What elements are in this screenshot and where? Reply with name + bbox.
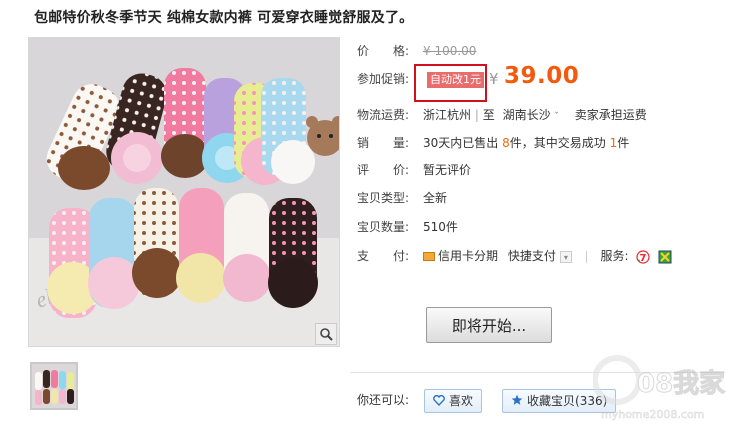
currency-symbol: ¥ (489, 70, 499, 88)
quantity-label: 宝贝数量: (357, 220, 410, 234)
sales-suffix: 件 (617, 136, 630, 150)
magnifier-icon (320, 328, 333, 341)
coming-soon-button[interactable]: 即将开始... (426, 307, 552, 343)
rating-value: 暂无评价 (423, 163, 472, 177)
type-value: 全新 (423, 191, 448, 205)
shipping-label: 物流运费: (357, 108, 410, 122)
sales-row: 销 量: 30天内已售出 8件，其中交易成功 1件 (357, 133, 629, 153)
sales-prefix: 30天内已售出 (423, 136, 499, 150)
payment-label: 支 付: (357, 249, 410, 263)
ship-to-prefix: 至 (482, 108, 495, 122)
watermark-url: myhome2008.com (601, 408, 704, 421)
favorite-label: 收藏宝贝 (527, 394, 576, 408)
sales-count: 8 (502, 136, 510, 150)
price-row: 价 格: ¥ 100.00 (357, 41, 476, 61)
you-can-label: 你还可以: (357, 393, 410, 407)
divider (585, 250, 587, 263)
product-photo: elles ma nuna (29, 38, 339, 346)
promo-price: 39.00 (504, 63, 580, 89)
product-title: 包邮特价秋冬季节天 纯棉女款内裤 可爱穿衣睡觉舒服及了。 (34, 10, 414, 26)
payment-dropdown-button[interactable]: ▾ (559, 250, 572, 263)
price-label: 价 格: (357, 44, 410, 58)
shipping-fee: 卖家承担运费 (574, 108, 647, 122)
type-row: 宝贝类型: 全新 (357, 188, 447, 208)
chevron-down-icon: ˇ (554, 112, 559, 122)
service-label: 服务: (600, 249, 629, 263)
zoom-button[interactable] (315, 323, 337, 345)
promo-highlight-box (414, 64, 487, 102)
service-guarantee-icon[interactable]: 7 (636, 249, 650, 264)
service-shield-icon[interactable] (658, 250, 672, 264)
original-price: ¥ 100.00 (423, 44, 477, 58)
ship-to-select[interactable]: 湖南长沙 ˇ (503, 108, 559, 122)
shipping-row: 物流运费: 浙江杭州 | 至 湖南长沙 ˇ 卖家承担运费 (357, 105, 647, 125)
quick-pay-link[interactable]: 快捷支付 (508, 249, 556, 263)
favorite-button[interactable]: 收藏宝贝(336) (502, 389, 617, 413)
credit-card-icon (423, 252, 435, 261)
like-label: 喜欢 (449, 394, 474, 408)
section-divider (350, 372, 725, 373)
product-main-image[interactable]: elles ma nuna (28, 37, 340, 347)
star-icon (511, 394, 523, 405)
rating-label: 评 价: (357, 163, 410, 177)
quantity-value: 510件 (423, 220, 458, 234)
favorite-count: (336) (575, 394, 608, 408)
like-button[interactable]: 喜欢 (424, 389, 483, 413)
ship-from: 浙江杭州 (423, 108, 472, 122)
thumbnail-image[interactable] (30, 362, 78, 410)
rating-row: 评 价: 暂无评价 (357, 160, 471, 180)
type-label: 宝贝类型: (357, 191, 410, 205)
sales-mid: 件，其中交易成功 (509, 136, 606, 150)
ship-to-city: 湖南长沙 (502, 108, 551, 122)
sales-label: 销 量: (357, 136, 410, 150)
installment-link[interactable]: 信用卡分期 (438, 249, 498, 263)
payment-row: 支 付: 信用卡分期 快捷支付 ▾ 服务: 7 (357, 246, 672, 266)
separator-bar: | (474, 108, 479, 122)
quantity-row: 宝贝数量: 510件 (357, 217, 458, 237)
thumbnail-photo (32, 364, 76, 408)
heart-icon (433, 394, 445, 407)
